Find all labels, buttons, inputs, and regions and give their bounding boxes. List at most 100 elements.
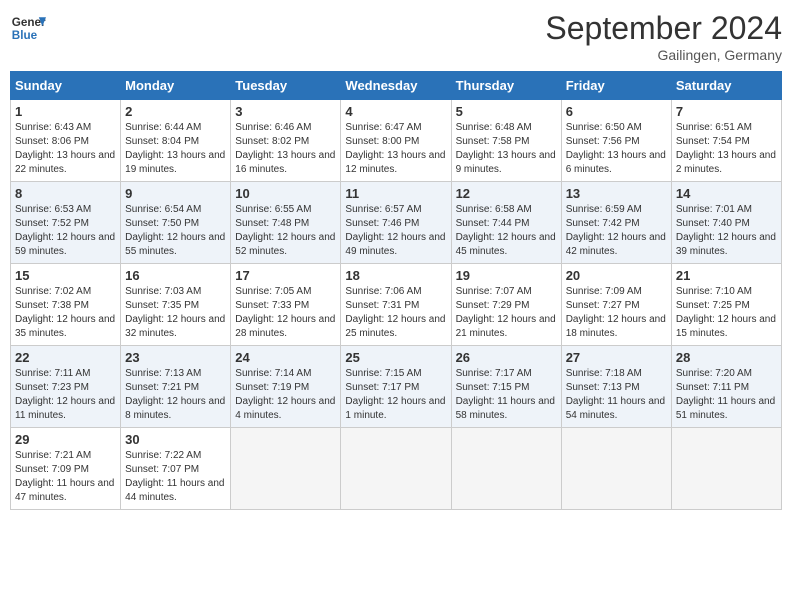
calendar-cell: 26 Sunrise: 7:17 AM Sunset: 7:15 PM Dayl… xyxy=(451,346,561,428)
day-info: Sunrise: 7:18 AM Sunset: 7:13 PM Dayligh… xyxy=(566,367,667,423)
daylight-label: Daylight: 13 hours and 9 minutes. xyxy=(456,150,556,175)
title-area: September 2024 Gailingen, Germany xyxy=(545,10,782,63)
sunrise-label: Sunrise: 7:02 AM xyxy=(15,286,91,297)
sunrise-label: Sunrise: 6:59 AM xyxy=(566,204,642,215)
daylight-label: Daylight: 13 hours and 22 minutes. xyxy=(15,150,115,175)
day-info: Sunrise: 6:51 AM Sunset: 7:54 PM Dayligh… xyxy=(676,121,777,177)
calendar-cell: 10 Sunrise: 6:55 AM Sunset: 7:48 PM Dayl… xyxy=(231,182,341,264)
day-info: Sunrise: 6:53 AM Sunset: 7:52 PM Dayligh… xyxy=(15,203,116,259)
day-info: Sunrise: 7:01 AM Sunset: 7:40 PM Dayligh… xyxy=(676,203,777,259)
calendar-cell: 24 Sunrise: 7:14 AM Sunset: 7:19 PM Dayl… xyxy=(231,346,341,428)
daylight-label: Daylight: 11 hours and 58 minutes. xyxy=(456,396,555,421)
day-info: Sunrise: 7:09 AM Sunset: 7:27 PM Dayligh… xyxy=(566,285,667,341)
daylight-label: Daylight: 11 hours and 44 minutes. xyxy=(125,478,224,503)
sunset-label: Sunset: 7:09 PM xyxy=(15,464,89,475)
daylight-label: Daylight: 12 hours and 39 minutes. xyxy=(676,232,776,257)
day-number: 4 xyxy=(345,104,446,119)
sunrise-label: Sunrise: 6:44 AM xyxy=(125,122,201,133)
weekday-header-saturday: Saturday xyxy=(671,72,781,100)
day-info: Sunrise: 7:03 AM Sunset: 7:35 PM Dayligh… xyxy=(125,285,226,341)
sunset-label: Sunset: 7:58 PM xyxy=(456,136,530,147)
daylight-label: Daylight: 12 hours and 49 minutes. xyxy=(345,232,445,257)
day-number: 24 xyxy=(235,350,336,365)
sunrise-label: Sunrise: 6:58 AM xyxy=(456,204,532,215)
sunset-label: Sunset: 8:04 PM xyxy=(125,136,199,147)
sunrise-label: Sunrise: 7:06 AM xyxy=(345,286,421,297)
sunset-label: Sunset: 7:54 PM xyxy=(676,136,750,147)
day-number: 18 xyxy=(345,268,446,283)
daylight-label: Daylight: 12 hours and 28 minutes. xyxy=(235,314,335,339)
calendar-week-2: 8 Sunrise: 6:53 AM Sunset: 7:52 PM Dayli… xyxy=(11,182,782,264)
daylight-label: Daylight: 13 hours and 6 minutes. xyxy=(566,150,666,175)
day-number: 27 xyxy=(566,350,667,365)
sunset-label: Sunset: 7:17 PM xyxy=(345,382,419,393)
sunrise-label: Sunrise: 7:01 AM xyxy=(676,204,752,215)
sunset-label: Sunset: 8:02 PM xyxy=(235,136,309,147)
day-info: Sunrise: 7:22 AM Sunset: 7:07 PM Dayligh… xyxy=(125,449,226,505)
day-info: Sunrise: 6:46 AM Sunset: 8:02 PM Dayligh… xyxy=(235,121,336,177)
daylight-label: Daylight: 12 hours and 11 minutes. xyxy=(15,396,115,421)
weekday-header-thursday: Thursday xyxy=(451,72,561,100)
sunrise-label: Sunrise: 7:14 AM xyxy=(235,368,311,379)
sunset-label: Sunset: 7:13 PM xyxy=(566,382,640,393)
day-number: 6 xyxy=(566,104,667,119)
day-info: Sunrise: 7:14 AM Sunset: 7:19 PM Dayligh… xyxy=(235,367,336,423)
sunrise-label: Sunrise: 7:15 AM xyxy=(345,368,421,379)
day-number: 30 xyxy=(125,432,226,447)
sunset-label: Sunset: 7:11 PM xyxy=(676,382,749,393)
day-info: Sunrise: 7:06 AM Sunset: 7:31 PM Dayligh… xyxy=(345,285,446,341)
daylight-label: Daylight: 13 hours and 16 minutes. xyxy=(235,150,335,175)
calendar-cell xyxy=(451,428,561,510)
sunset-label: Sunset: 8:06 PM xyxy=(15,136,89,147)
logo-icon: General Blue xyxy=(10,10,46,46)
calendar-header-row: SundayMondayTuesdayWednesdayThursdayFrid… xyxy=(11,72,782,100)
daylight-label: Daylight: 12 hours and 55 minutes. xyxy=(125,232,225,257)
calendar-cell: 29 Sunrise: 7:21 AM Sunset: 7:09 PM Dayl… xyxy=(11,428,121,510)
calendar-cell: 9 Sunrise: 6:54 AM Sunset: 7:50 PM Dayli… xyxy=(121,182,231,264)
daylight-label: Daylight: 12 hours and 52 minutes. xyxy=(235,232,335,257)
daylight-label: Daylight: 12 hours and 32 minutes. xyxy=(125,314,225,339)
day-number: 10 xyxy=(235,186,336,201)
day-number: 13 xyxy=(566,186,667,201)
sunrise-label: Sunrise: 7:03 AM xyxy=(125,286,201,297)
calendar-cell xyxy=(671,428,781,510)
day-number: 15 xyxy=(15,268,116,283)
day-number: 22 xyxy=(15,350,116,365)
weekday-header-monday: Monday xyxy=(121,72,231,100)
month-year: September 2024 xyxy=(545,10,782,47)
calendar-cell: 25 Sunrise: 7:15 AM Sunset: 7:17 PM Dayl… xyxy=(341,346,451,428)
calendar-cell: 12 Sunrise: 6:58 AM Sunset: 7:44 PM Dayl… xyxy=(451,182,561,264)
daylight-label: Daylight: 12 hours and 1 minute. xyxy=(345,396,445,421)
day-number: 28 xyxy=(676,350,777,365)
sunset-label: Sunset: 7:27 PM xyxy=(566,300,640,311)
calendar-cell: 6 Sunrise: 6:50 AM Sunset: 7:56 PM Dayli… xyxy=(561,100,671,182)
day-info: Sunrise: 6:55 AM Sunset: 7:48 PM Dayligh… xyxy=(235,203,336,259)
sunset-label: Sunset: 7:42 PM xyxy=(566,218,640,229)
daylight-label: Daylight: 13 hours and 19 minutes. xyxy=(125,150,225,175)
daylight-label: Daylight: 11 hours and 51 minutes. xyxy=(676,396,775,421)
sunrise-label: Sunrise: 7:18 AM xyxy=(566,368,642,379)
day-number: 11 xyxy=(345,186,446,201)
calendar-cell xyxy=(231,428,341,510)
sunset-label: Sunset: 7:21 PM xyxy=(125,382,199,393)
calendar-cell: 16 Sunrise: 7:03 AM Sunset: 7:35 PM Dayl… xyxy=(121,264,231,346)
sunset-label: Sunset: 7:19 PM xyxy=(235,382,309,393)
calendar-week-5: 29 Sunrise: 7:21 AM Sunset: 7:09 PM Dayl… xyxy=(11,428,782,510)
location: Gailingen, Germany xyxy=(545,47,782,63)
daylight-label: Daylight: 12 hours and 8 minutes. xyxy=(125,396,225,421)
day-number: 7 xyxy=(676,104,777,119)
sunrise-label: Sunrise: 7:11 AM xyxy=(15,368,90,379)
sunrise-label: Sunrise: 6:54 AM xyxy=(125,204,201,215)
daylight-label: Daylight: 12 hours and 21 minutes. xyxy=(456,314,556,339)
weekday-header-sunday: Sunday xyxy=(11,72,121,100)
calendar-cell: 18 Sunrise: 7:06 AM Sunset: 7:31 PM Dayl… xyxy=(341,264,451,346)
sunset-label: Sunset: 7:38 PM xyxy=(15,300,89,311)
calendar-cell: 11 Sunrise: 6:57 AM Sunset: 7:46 PM Dayl… xyxy=(341,182,451,264)
daylight-label: Daylight: 12 hours and 35 minutes. xyxy=(15,314,115,339)
calendar-cell: 7 Sunrise: 6:51 AM Sunset: 7:54 PM Dayli… xyxy=(671,100,781,182)
day-info: Sunrise: 7:07 AM Sunset: 7:29 PM Dayligh… xyxy=(456,285,557,341)
sunset-label: Sunset: 7:07 PM xyxy=(125,464,199,475)
day-info: Sunrise: 6:54 AM Sunset: 7:50 PM Dayligh… xyxy=(125,203,226,259)
day-number: 12 xyxy=(456,186,557,201)
sunset-label: Sunset: 7:23 PM xyxy=(15,382,89,393)
